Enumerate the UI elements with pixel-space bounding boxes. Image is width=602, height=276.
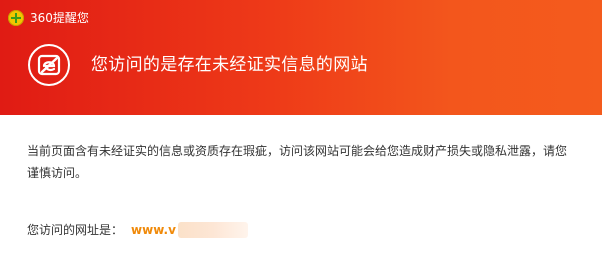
warning-window: 360提醒您 您访问的是存在未经证实信息的网站 当前页面含有未经证实的信息或资质… — [0, 0, 602, 276]
360-logo-icon — [8, 10, 24, 26]
warning-description: 当前页面含有未经证实的信息或资质存在瑕疵，访问该网站可能会给您造成财产损失或隐私… — [27, 144, 568, 180]
url-value[interactable]: www.v — [131, 219, 176, 241]
url-redacted-block — [177, 222, 248, 238]
url-label: 您访问的网址是： — [27, 223, 124, 237]
window-title: 360提醒您 — [30, 11, 89, 25]
warning-headline: 您访问的是存在未经证实信息的网站 — [91, 55, 368, 75]
url-row: 您访问的网址是： www.v — [27, 219, 248, 241]
edge-browser-warning-icon — [28, 44, 70, 86]
title-bar: 360提醒您 — [8, 9, 89, 27]
warning-header: 360提醒您 您访问的是存在未经证实信息的网站 — [0, 0, 602, 115]
warning-glyph-icon — [37, 54, 61, 76]
